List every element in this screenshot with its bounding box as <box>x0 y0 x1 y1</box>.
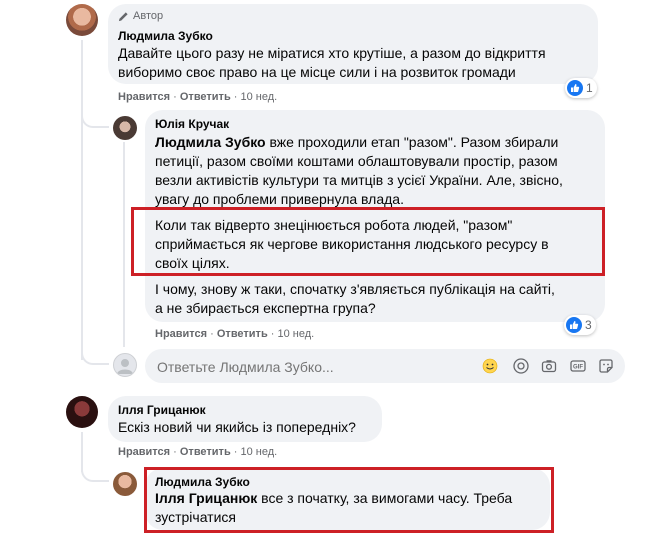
thread-connector <box>81 462 109 482</box>
comment-actions-3: Нравится · Ответить · 10 нед. <box>118 446 278 458</box>
comment-text-line-2: виборимо своє право на це місце сили і н… <box>118 64 516 80</box>
mention-liudmyla-zubko[interactable]: Людмила Зубко <box>155 134 266 150</box>
reaction-summary-2[interactable]: 3 <box>564 315 596 335</box>
reply-link[interactable]: Ответить <box>217 328 268 340</box>
photo-icon[interactable] <box>541 358 557 374</box>
comment-text-line-5: І чому, знову ж таки, спочатку з'являєть… <box>155 281 555 297</box>
reaction-count: 1 <box>586 81 593 95</box>
comment-text: вже проходили етап "разом". Разом збирал… <box>265 134 559 150</box>
author-badge-label: Автор <box>133 10 164 22</box>
sticker-icon[interactable] <box>598 358 614 374</box>
comment-actions-2: Нравится · Ответить · 10 нед. <box>155 328 315 340</box>
comment-bubble-3: Ілля Грицанюк Ескіз новий чи якийсь із п… <box>108 396 382 442</box>
comment-actions-1: Нравится · Ответить · 10 нед. <box>118 91 278 103</box>
comment-text-line-3: везли активістів культури та митців з ус… <box>155 172 563 188</box>
comment-author[interactable]: Людмила Зубко <box>118 29 213 43</box>
thread-connector <box>81 110 109 128</box>
reply-link[interactable]: Ответить <box>180 91 231 103</box>
thread-line <box>81 40 83 360</box>
gif-icon[interactable]: GIF <box>570 358 586 374</box>
like-reaction-icon <box>567 80 583 96</box>
emoji-icon[interactable] <box>482 358 498 374</box>
like-link[interactable]: Нравится <box>118 446 170 458</box>
highlight-box <box>144 467 554 533</box>
highlight-box <box>131 207 605 276</box>
pencil-icon <box>118 11 128 21</box>
comment-text: Ескіз новий чи якийсь із попередніх? <box>118 419 356 435</box>
comment-text-line-6: а не збирається експертна група? <box>155 300 376 316</box>
reply-input-box[interactable]: GIF <box>145 349 625 383</box>
reply-link[interactable]: Ответить <box>180 446 231 458</box>
comment-text-line-2: петиції, разом своїми коштами облаштовув… <box>155 153 558 169</box>
avatar-illia-hrytsaniuk[interactable] <box>66 396 98 428</box>
reply-thread-line <box>123 142 125 347</box>
avatar-liudmyla-zubko[interactable] <box>113 472 137 496</box>
avatar-yuliia-kruchak[interactable] <box>113 116 137 140</box>
user-silhouette-icon <box>117 359 133 374</box>
comment-author[interactable]: Ілля Грицанюк <box>118 403 206 417</box>
svg-text:GIF: GIF <box>573 365 583 371</box>
comment-time[interactable]: 10 нед. <box>241 446 278 458</box>
like-link[interactable]: Нравится <box>118 91 170 103</box>
comment-text-line-1: Людмила Зубко вже проходили етап "разом"… <box>155 133 558 152</box>
author-badge: Автор <box>118 10 163 22</box>
comment-time[interactable]: 10 нед. <box>241 91 278 103</box>
comment-time[interactable]: 10 нед. <box>278 328 315 340</box>
comment-text-line-1: Давайте цього разу не міратися хто круті… <box>118 45 546 61</box>
comment-bubble-1: Автор Людмила Зубко Давайте цього разу н… <box>108 4 598 84</box>
current-user-avatar <box>113 353 137 377</box>
like-link[interactable]: Нравится <box>155 328 207 340</box>
reaction-summary-1[interactable]: 1 <box>565 78 597 98</box>
like-reaction-icon <box>566 317 582 333</box>
reply-input[interactable] <box>155 356 469 378</box>
thread-connector <box>81 345 109 365</box>
comment-author[interactable]: Юлія Кручак <box>155 117 229 131</box>
reaction-count: 3 <box>585 318 592 332</box>
camera-icon[interactable] <box>513 358 529 374</box>
avatar-liudmyla-zubko[interactable] <box>66 4 98 36</box>
